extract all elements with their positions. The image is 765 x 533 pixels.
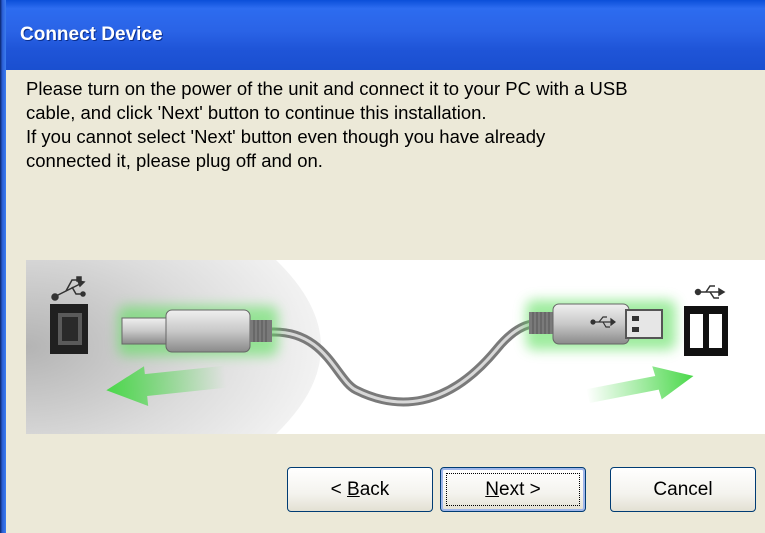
next-mnemonic: N [485,478,499,500]
usb-b-plug [118,306,278,356]
dialog-header: Connect Device [6,0,765,70]
back-button[interactable]: < Back [287,467,433,512]
back-mnemonic: B [347,478,360,500]
instruction-line: cable, and click 'Next' button to contin… [26,102,487,123]
cancel-button[interactable]: Cancel [610,467,756,512]
dialog-title: Connect Device [20,24,163,45]
usb-a-plug [526,300,676,350]
arrow-right-icon [586,366,694,403]
back-prefix: < [330,478,348,500]
instruction-line: If you cannot select 'Next' button even … [26,126,546,147]
cancel-label: Cancel [653,478,713,500]
usb-a-port-icon [684,306,728,356]
connect-device-dialog: Connect Device Please turn on the power … [0,0,765,533]
next-button[interactable]: Next > [440,467,586,512]
instruction-line: connected it, please plug off and on. [26,150,323,171]
usb-symbol-icon [694,285,726,299]
next-rest: ext > [499,478,541,500]
instruction-line: Please turn on the power of the unit and… [26,78,628,99]
usb-cable-diagram [26,260,728,434]
usb-connection-illustration [26,260,765,434]
back-rest: ack [359,478,390,500]
usb-b-port-icon [50,304,88,354]
instruction-text: Please turn on the power of the unit and… [26,77,761,173]
